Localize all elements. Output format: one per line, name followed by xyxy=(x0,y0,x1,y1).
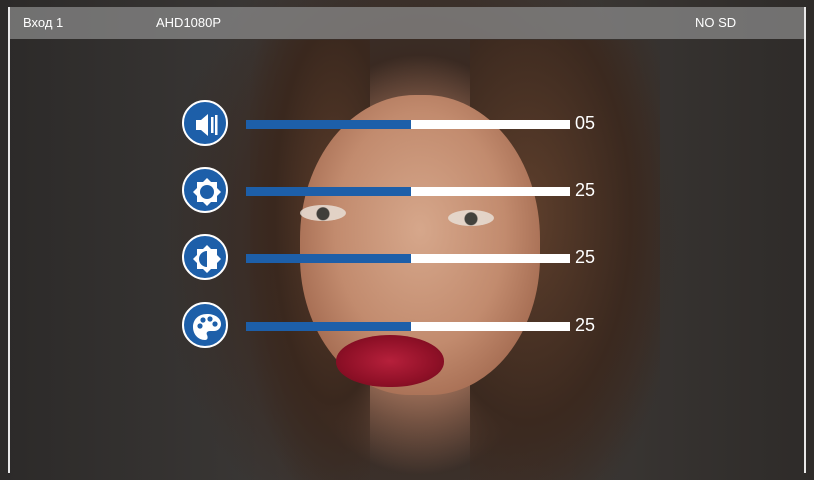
palette-icon[interactable] xyxy=(182,302,228,348)
brightness-value: 25 xyxy=(575,180,596,200)
video-format-label: AHD1080P xyxy=(156,15,222,30)
input-channel-label: Вход 1 xyxy=(23,15,64,30)
volume-slider[interactable] xyxy=(246,120,570,129)
sun-icon[interactable] xyxy=(182,167,228,213)
video-screen: Вход 1 AHD1080P NO SD 05 25 25 25 xyxy=(0,0,814,480)
color-slider[interactable] xyxy=(246,322,570,331)
speaker-icon[interactable] xyxy=(182,100,228,146)
contrast-control: 25 xyxy=(182,234,622,282)
contrast-value: 25 xyxy=(575,247,596,267)
contrast-slider-fill xyxy=(246,254,412,263)
color-value: 25 xyxy=(575,315,596,335)
contrast-slider[interactable] xyxy=(246,254,570,263)
sd-card-status: NO SD xyxy=(695,15,737,30)
color-slider-fill xyxy=(246,322,412,331)
volume-control: 05 xyxy=(182,100,622,148)
brightness-slider[interactable] xyxy=(246,187,570,196)
color-control: 25 xyxy=(182,302,622,350)
contrast-icon[interactable] xyxy=(182,234,228,280)
volume-slider-fill xyxy=(246,120,412,129)
brightness-slider-fill xyxy=(246,187,412,196)
brightness-control: 25 xyxy=(182,167,622,215)
status-bar: Вход 1 AHD1080P NO SD xyxy=(8,7,806,39)
volume-value: 05 xyxy=(575,113,596,133)
